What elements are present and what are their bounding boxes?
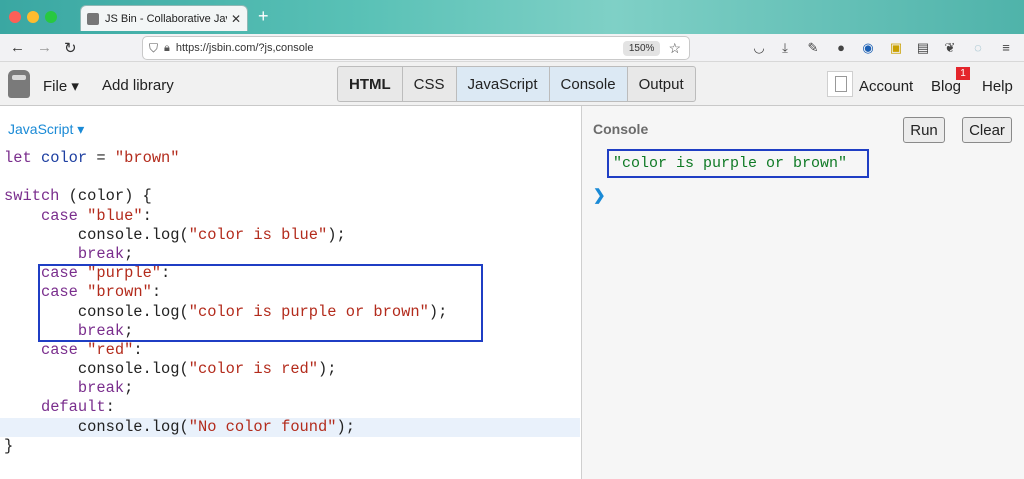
- console-title: Console: [593, 121, 649, 137]
- tab-output[interactable]: Output: [628, 67, 695, 101]
- code-line[interactable]: console.log("color is blue");: [0, 226, 580, 245]
- minimize-window-button[interactable]: [27, 11, 39, 23]
- code-line[interactable]: case "blue":: [0, 207, 580, 226]
- file-menu[interactable]: File ▾: [43, 77, 79, 95]
- tab-title: JS Bin - Collaborative JavaScript: [105, 12, 227, 25]
- wrench-icon[interactable]: ✎: [805, 40, 821, 56]
- shield-icon[interactable]: ⛉: [149, 41, 158, 56]
- tab-console[interactable]: Console: [549, 67, 628, 101]
- reader-icon[interactable]: ▤: [915, 40, 931, 56]
- circle-extension-icon[interactable]: ◌: [970, 40, 986, 55]
- maximize-window-button[interactable]: [45, 11, 57, 23]
- new-tab-button[interactable]: +: [258, 6, 269, 27]
- jsbin-favicon-icon: [87, 12, 99, 25]
- close-window-button[interactable]: [9, 11, 21, 23]
- url-text[interactable]: https://jsbin.com/?js,console: [176, 42, 623, 54]
- code-line[interactable]: break;: [0, 245, 580, 264]
- menu-icon[interactable]: ≡: [998, 40, 1014, 55]
- url-bar[interactable]: ⛉ 🔒︎ https://jsbin.com/?js,console 150% …: [142, 36, 690, 60]
- code-line[interactable]: default:: [0, 398, 580, 417]
- code-line[interactable]: case "red":: [0, 341, 580, 360]
- account-link[interactable]: Account: [859, 78, 913, 95]
- code-line[interactable]: console.log("color is red");: [0, 360, 580, 379]
- tab-javascript[interactable]: JavaScript: [456, 67, 550, 101]
- back-arrow-icon[interactable]: ←: [10, 39, 25, 56]
- tab-close-icon[interactable]: ✕: [231, 12, 241, 26]
- code-line[interactable]: let color = "brown": [0, 149, 580, 168]
- run-button[interactable]: Run: [903, 117, 945, 143]
- tab-css[interactable]: CSS: [403, 67, 457, 101]
- code-annotation-box: [38, 264, 483, 342]
- reload-icon[interactable]: ↻: [64, 39, 77, 57]
- jsbin-toolbar: File ▾ Add library HTML CSS JavaScript C…: [0, 62, 1024, 106]
- leaf-extension-icon[interactable]: ❦: [942, 40, 958, 56]
- browser-nav-toolbar: ← → ↻ ⛉ 🔒︎ https://jsbin.com/?js,console…: [0, 34, 1024, 62]
- lock-icon[interactable]: 🔒︎: [164, 42, 170, 55]
- console-prompt-icon[interactable]: ❯: [593, 186, 606, 204]
- bookmark-star-icon[interactable]: ☆: [668, 40, 681, 57]
- blog-notification-badge: 1: [956, 67, 970, 80]
- code-line[interactable]: console.log("No color found");: [0, 417, 580, 437]
- pocket-icon[interactable]: ◡: [751, 40, 767, 56]
- globe-extension-icon[interactable]: ◉: [860, 40, 876, 56]
- browser-tab-strip: JS Bin - Collaborative JavaScript ✕ +: [0, 0, 1024, 34]
- language-select[interactable]: JavaScript ▾: [8, 121, 84, 138]
- code-line[interactable]: ​: [0, 168, 580, 187]
- code-line[interactable]: break;: [0, 379, 580, 398]
- clear-button[interactable]: Clear: [962, 117, 1012, 143]
- note-extension-icon[interactable]: ▣: [888, 40, 904, 56]
- panel-toggles: HTML CSS JavaScript Console Output: [337, 66, 696, 102]
- forward-arrow-icon[interactable]: →: [37, 39, 52, 56]
- code-line[interactable]: switch (color) {: [0, 187, 580, 206]
- add-library-button[interactable]: Add library: [102, 77, 174, 94]
- console-panel: Console Run Clear "color is purple or br…: [582, 106, 1024, 479]
- tab-html[interactable]: HTML: [338, 67, 403, 101]
- help-link[interactable]: Help: [982, 78, 1013, 95]
- blog-link[interactable]: Blog: [931, 78, 961, 95]
- account-avatar-icon[interactable]: [827, 71, 853, 97]
- zoom-level-badge[interactable]: 150%: [622, 40, 661, 56]
- download-icon[interactable]: ⤓: [777, 40, 793, 56]
- javascript-editor-panel[interactable]: JavaScript ▾ let color = "brown"​switch …: [0, 106, 582, 479]
- console-output-line: "color is purple or brown": [607, 149, 869, 178]
- code-line[interactable]: }: [0, 437, 580, 456]
- extension-circle-icon[interactable]: ●: [833, 40, 849, 55]
- jsbin-logo-icon[interactable]: [8, 70, 30, 98]
- browser-tab[interactable]: JS Bin - Collaborative JavaScript ✕: [80, 5, 248, 31]
